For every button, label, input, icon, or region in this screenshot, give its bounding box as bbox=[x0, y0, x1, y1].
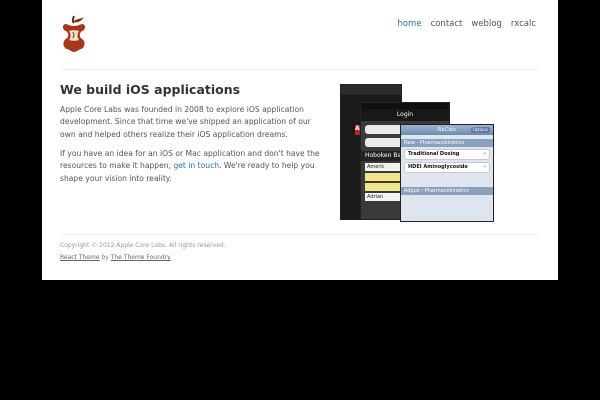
phone2-title: Login bbox=[361, 109, 449, 121]
footer-divider bbox=[60, 234, 540, 235]
intro-paragraph: Apple Core Labs was founded in 2008 to e… bbox=[60, 105, 311, 139]
contact-paragraph: If you have an idea for an iOS or Mac ap… bbox=[60, 148, 322, 185]
react-theme-link[interactable]: React Theme bbox=[60, 254, 100, 261]
footer-credits: React Theme by The Theme Foundry bbox=[60, 254, 171, 261]
app-screenshots: AU Login Hoboken Barneys Americ Adrian R… bbox=[340, 84, 504, 222]
nav-weblog[interactable]: weblog bbox=[471, 19, 502, 29]
phone3-cell: Traditional Dosing › bbox=[404, 149, 490, 160]
nav-contact[interactable]: contact bbox=[431, 19, 463, 29]
chevron-right-icon: › bbox=[484, 151, 486, 157]
main-nav: home contact weblog rxcalc bbox=[397, 19, 536, 29]
phone3-section: Adjust - Pharmacokinetics bbox=[401, 187, 493, 195]
footer-by: by bbox=[99, 254, 111, 261]
chevron-right-icon: › bbox=[484, 164, 486, 170]
nav-rxcalc[interactable]: rxcalc bbox=[511, 19, 536, 29]
phone3-title: RxCalc bbox=[437, 127, 457, 133]
phone3-options: Options bbox=[470, 127, 490, 133]
nav-home[interactable]: home bbox=[397, 19, 421, 29]
page-headline: We build iOS applications bbox=[60, 82, 241, 97]
apple-core-logo-icon[interactable] bbox=[60, 14, 88, 54]
get-in-touch-link[interactable]: get in touch bbox=[173, 161, 219, 170]
theme-foundry-link[interactable]: The Theme Foundry bbox=[111, 254, 171, 261]
phone3-section: New - Pharmacokinetics bbox=[401, 139, 493, 147]
phone3-cell: HDEI Aminoglycoside › bbox=[404, 162, 490, 173]
header-divider bbox=[60, 69, 540, 70]
footer-copyright: Copyright © 2012 Apple Core Labs. All ri… bbox=[60, 242, 226, 249]
page-container: home contact weblog rxcalc We build iOS … bbox=[42, 0, 558, 280]
phone-screenshot-3: RxCalc Options New - Pharmacokinetics Tra… bbox=[400, 124, 494, 222]
